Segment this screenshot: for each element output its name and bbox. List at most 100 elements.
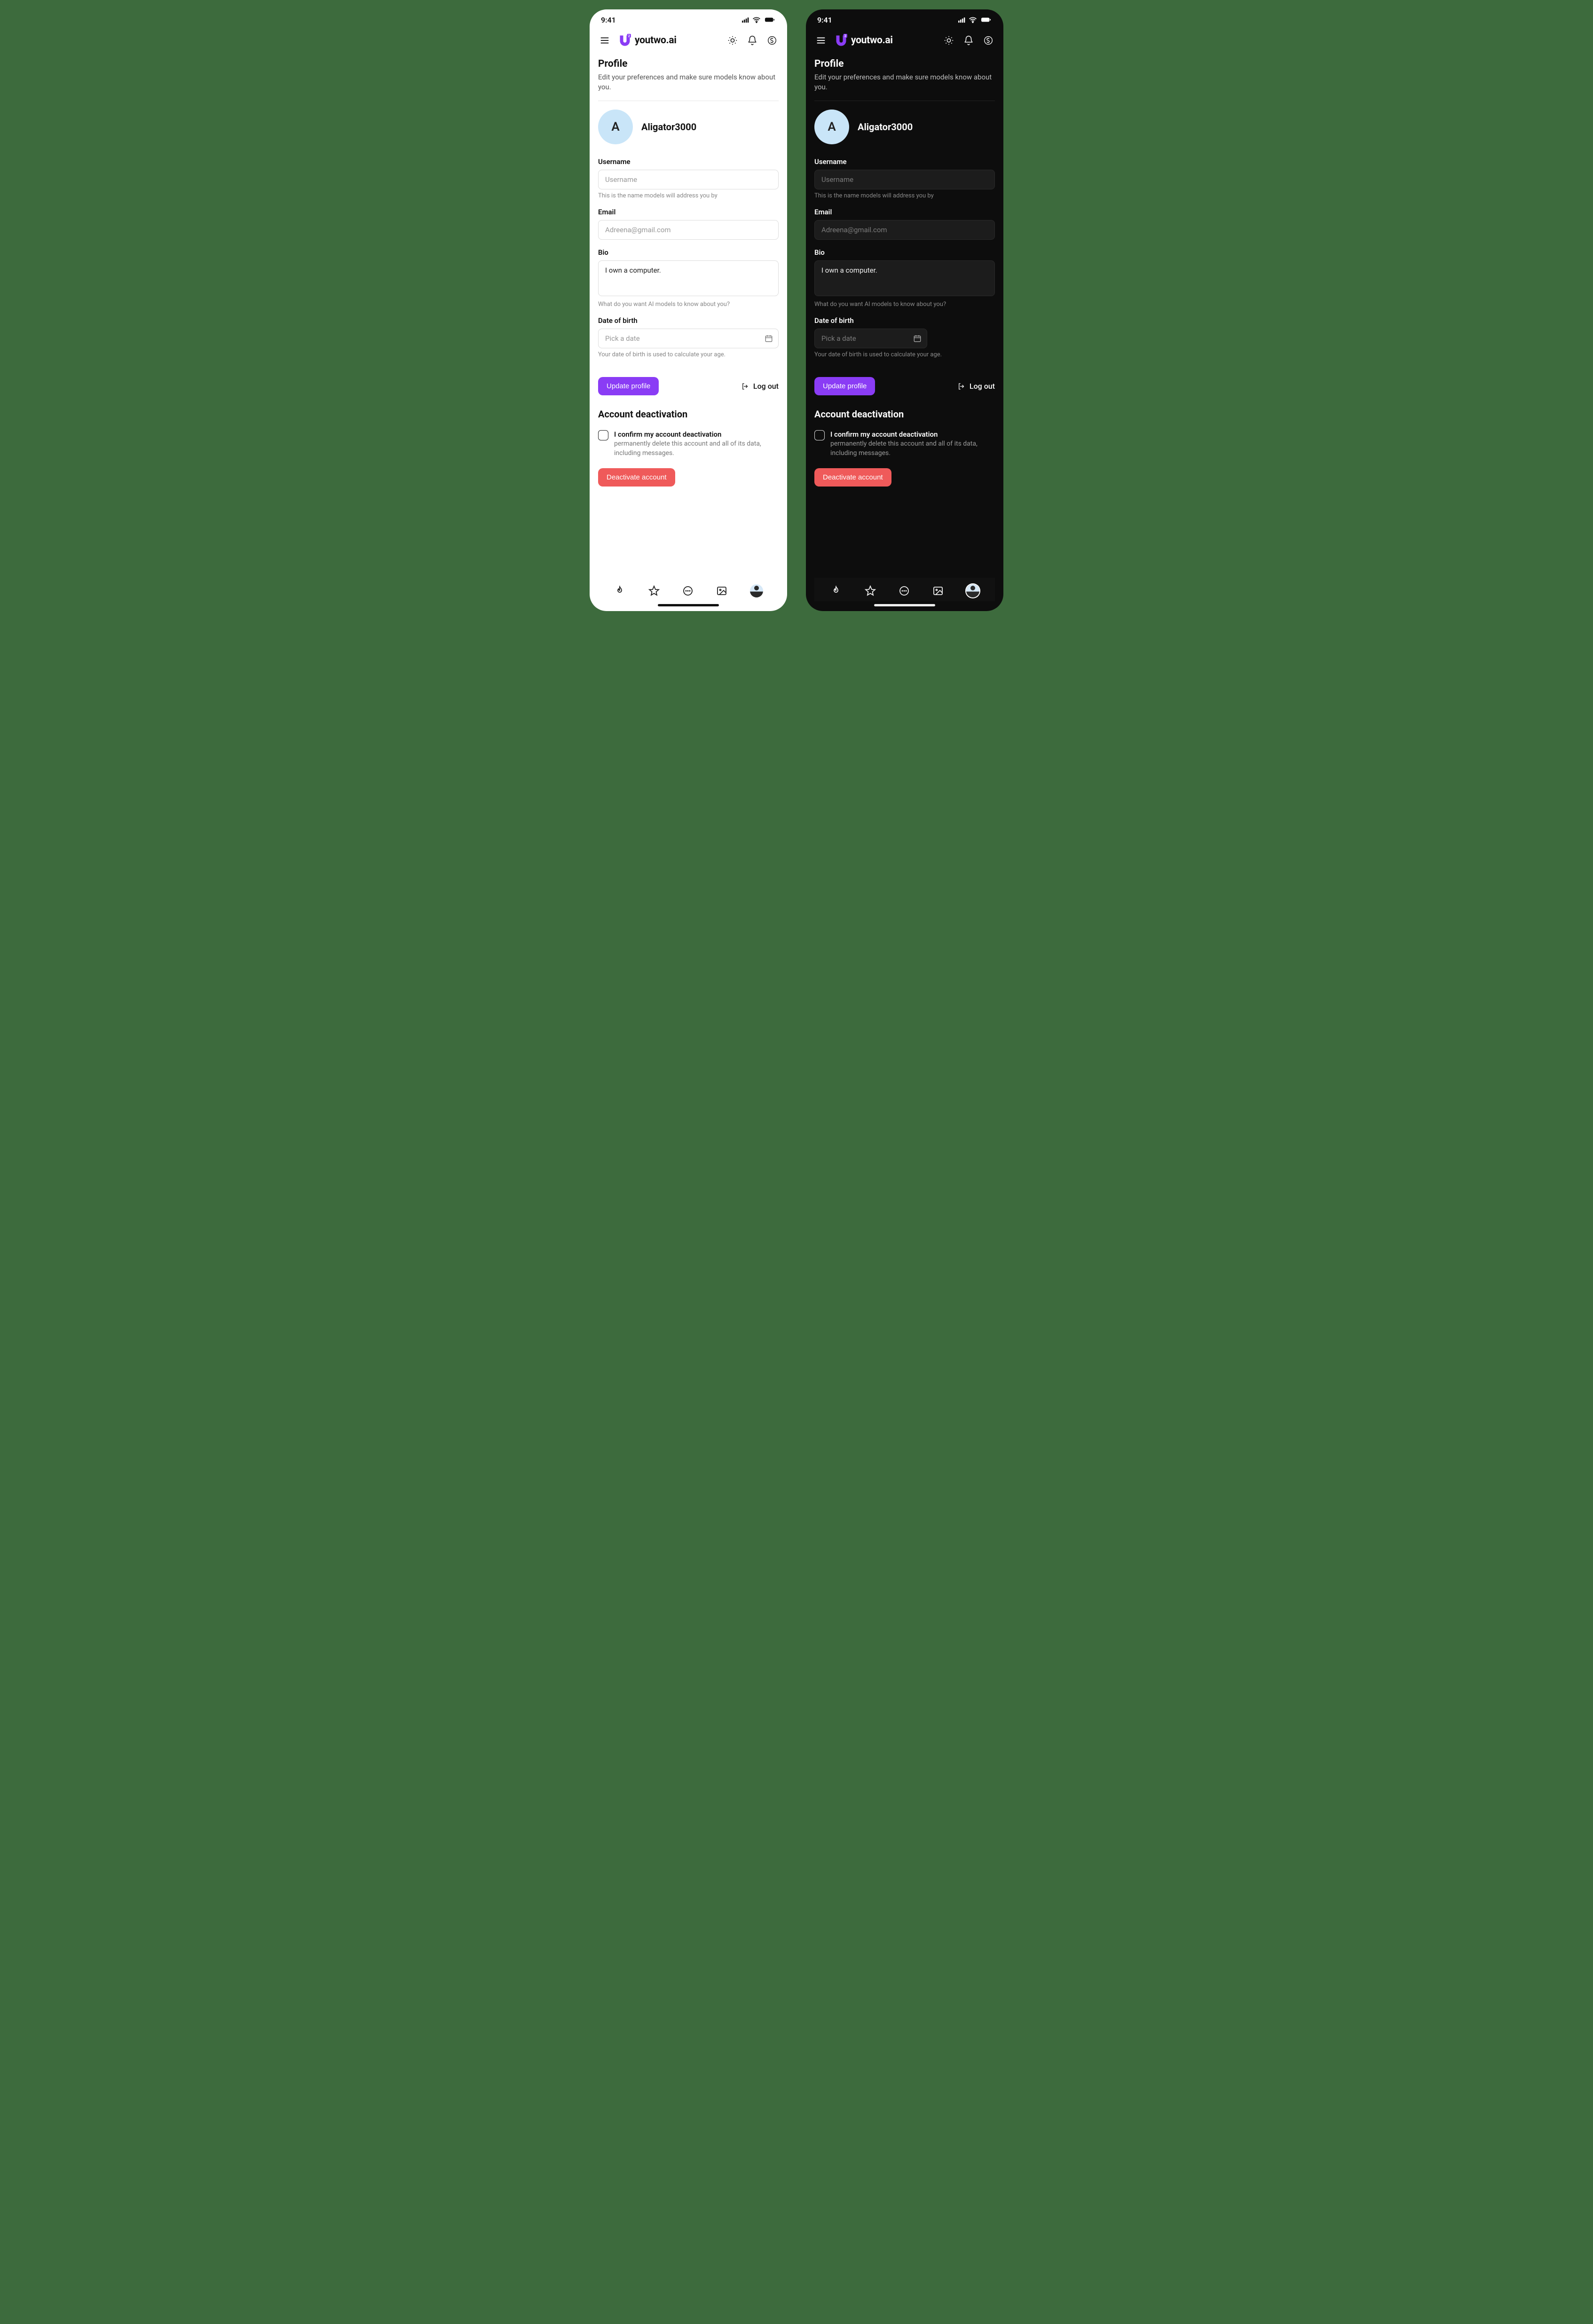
theme-toggle[interactable] — [942, 34, 955, 47]
username-input[interactable] — [814, 170, 995, 189]
confirm-deactivation-checkbox[interactable] — [598, 430, 608, 440]
image-icon — [716, 585, 727, 597]
calendar-icon[interactable] — [765, 334, 773, 343]
signal-icon — [741, 17, 749, 23]
credits-button[interactable] — [982, 34, 995, 47]
logout-icon — [957, 382, 966, 391]
hamburger-icon — [599, 35, 610, 46]
home-indicator — [874, 604, 935, 606]
nav-gallery[interactable] — [932, 585, 944, 597]
deactivate-account-button[interactable]: Deactivate account — [598, 468, 675, 487]
sun-icon — [727, 35, 738, 46]
deactivate-account-button[interactable]: Deactivate account — [814, 468, 891, 487]
chat-icon — [899, 585, 910, 597]
email-label: Email — [598, 208, 779, 216]
bio-hint: What do you want AI models to know about… — [814, 301, 995, 308]
page-subtitle: Edit your preferences and make sure mode… — [598, 72, 779, 92]
page-subtitle: Edit your preferences and make sure mode… — [814, 72, 995, 92]
username-hint: This is the name models will address you… — [598, 192, 779, 199]
coin-icon — [983, 35, 994, 46]
dob-label: Date of birth — [814, 316, 995, 325]
chat-icon — [682, 585, 694, 597]
bio-label: Bio — [814, 248, 995, 257]
battery-icon — [764, 16, 776, 23]
brand-logo[interactable]: youtwo.ai — [834, 34, 893, 47]
confirm-deactivation-checkbox[interactable] — [814, 430, 825, 440]
bio-input[interactable] — [814, 260, 995, 296]
nav-favorites[interactable] — [648, 585, 660, 597]
theme-toggle[interactable] — [726, 34, 739, 47]
nav-profile[interactable] — [750, 584, 763, 597]
update-profile-button[interactable]: Update profile — [814, 377, 875, 395]
fire-icon — [830, 585, 842, 597]
username-label: Username — [814, 157, 995, 166]
notifications-button[interactable] — [746, 34, 759, 47]
logout-icon — [741, 382, 749, 391]
logo-mark-icon — [618, 34, 632, 47]
deactivation-title: Account deactivation — [814, 408, 995, 420]
status-icons — [741, 16, 776, 23]
bio-hint: What do you want AI models to know about… — [598, 301, 779, 308]
email-label: Email — [814, 208, 995, 216]
avatar[interactable]: A — [598, 110, 633, 144]
bio-input[interactable] — [598, 260, 779, 296]
dob-hint: Your date of birth is used to calculate … — [814, 351, 995, 358]
logout-label: Log out — [753, 382, 779, 391]
update-profile-button[interactable]: Update profile — [598, 377, 659, 395]
status-time: 9:41 — [817, 16, 832, 24]
bio-label: Bio — [598, 248, 779, 257]
username-hint: This is the name models will address you… — [814, 192, 995, 199]
home-indicator — [658, 604, 719, 606]
brand-logo[interactable]: youtwo.ai — [618, 34, 677, 47]
logout-label: Log out — [970, 382, 995, 391]
logo-mark-icon — [834, 34, 848, 47]
credits-button[interactable] — [765, 34, 779, 47]
email-input[interactable] — [814, 220, 995, 240]
status-icons — [957, 16, 992, 23]
brand-name: youtwo.ai — [635, 35, 677, 46]
confirm-deactivation-label: I confirm my account deactivation — [614, 430, 779, 439]
confirm-deactivation-desc: permanently delete this account and all … — [614, 440, 779, 458]
dob-input[interactable] — [598, 329, 779, 348]
logout-button[interactable]: Log out — [741, 382, 779, 391]
confirm-deactivation-desc: permanently delete this account and all … — [830, 440, 995, 458]
username-input[interactable] — [598, 170, 779, 189]
confirm-deactivation-label: I confirm my account deactivation — [830, 430, 995, 439]
avatar[interactable]: A — [814, 110, 849, 144]
battery-icon — [980, 16, 992, 23]
hamburger-icon — [816, 35, 826, 46]
star-icon — [865, 585, 876, 597]
nav-chat[interactable] — [682, 585, 694, 597]
dob-hint: Your date of birth is used to calculate … — [598, 351, 779, 358]
deactivation-title: Account deactivation — [598, 408, 779, 420]
status-time: 9:41 — [601, 16, 616, 24]
sun-icon — [944, 35, 954, 46]
email-input[interactable] — [598, 220, 779, 240]
notifications-button[interactable] — [962, 34, 975, 47]
nav-trending[interactable] — [830, 585, 842, 597]
brand-name: youtwo.ai — [851, 35, 893, 46]
fire-icon — [614, 585, 625, 597]
signal-icon — [957, 17, 966, 23]
nav-gallery[interactable] — [716, 585, 728, 597]
star-icon — [648, 585, 660, 597]
dob-input[interactable] — [814, 329, 927, 348]
dob-label: Date of birth — [598, 316, 779, 325]
wifi-icon — [969, 16, 977, 23]
username-label: Username — [598, 157, 779, 166]
nav-profile[interactable] — [966, 584, 979, 597]
menu-button[interactable] — [598, 34, 611, 47]
bell-icon — [747, 35, 757, 46]
display-name: Aligator3000 — [858, 121, 913, 133]
nav-chat[interactable] — [898, 585, 910, 597]
wifi-icon — [752, 16, 761, 23]
page-title: Profile — [814, 58, 995, 70]
nav-trending[interactable] — [614, 585, 626, 597]
bell-icon — [963, 35, 974, 46]
calendar-icon[interactable] — [913, 334, 922, 343]
nav-favorites[interactable] — [864, 585, 876, 597]
menu-button[interactable] — [814, 34, 828, 47]
logout-button[interactable]: Log out — [957, 382, 995, 391]
page-title: Profile — [598, 58, 779, 70]
display-name: Aligator3000 — [641, 121, 696, 133]
